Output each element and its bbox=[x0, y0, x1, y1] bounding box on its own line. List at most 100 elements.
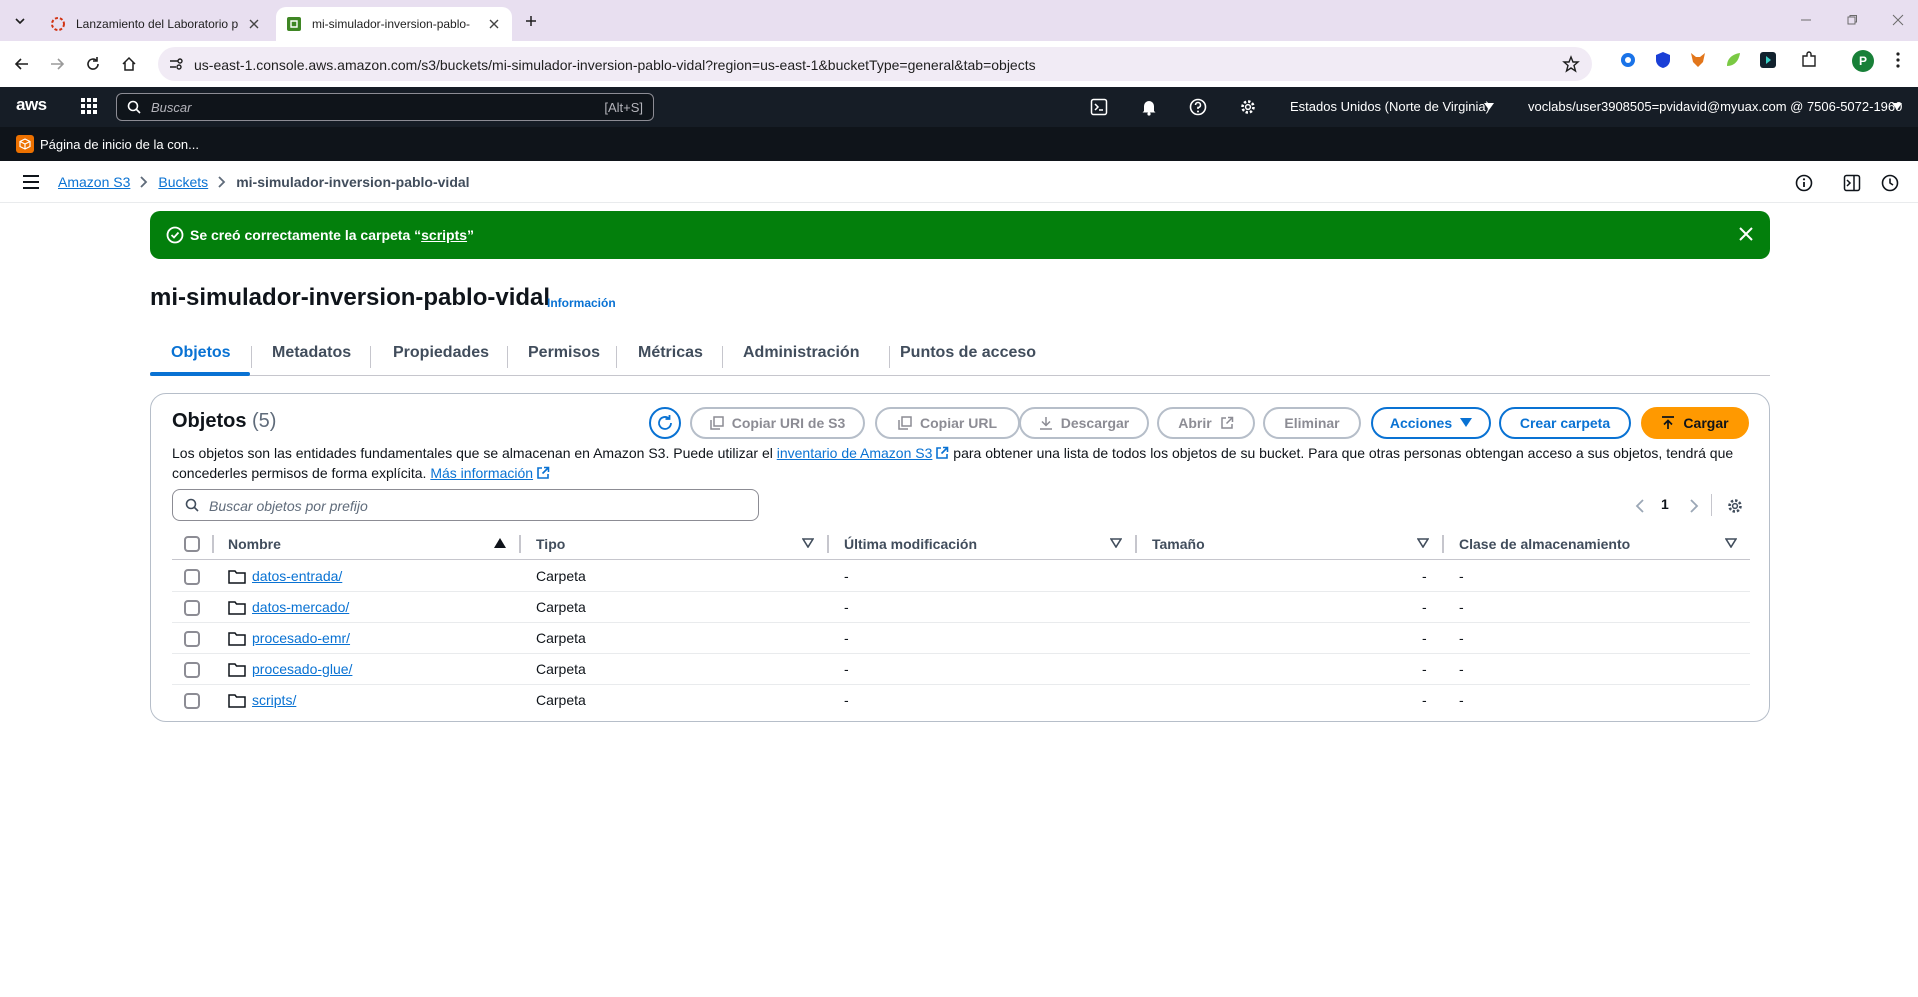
bell-icon[interactable] bbox=[1139, 97, 1159, 117]
browser-tab-lab[interactable]: Lanzamiento del Laboratorio p bbox=[40, 7, 272, 41]
table-row[interactable]: scripts/ Carpeta - - - bbox=[172, 685, 1750, 716]
address-url: us-east-1.console.aws.amazon.com/s3/buck… bbox=[194, 57, 1036, 73]
table-preferences-gear-icon[interactable] bbox=[1726, 497, 1744, 515]
new-tab-button[interactable] bbox=[520, 10, 542, 32]
browser-menu-icon[interactable] bbox=[1888, 50, 1908, 70]
previous-page-icon[interactable] bbox=[1635, 499, 1645, 513]
row-checkbox[interactable] bbox=[184, 662, 200, 678]
sort-ascending-icon[interactable] bbox=[494, 538, 506, 548]
table-row[interactable]: datos-entrada/ Carpeta - - - bbox=[172, 561, 1750, 592]
forward-button[interactable] bbox=[45, 52, 69, 76]
extensions-puzzle-icon[interactable] bbox=[1799, 50, 1819, 70]
column-header-name[interactable]: Nombre bbox=[228, 536, 281, 552]
folder-link[interactable]: scripts/ bbox=[252, 692, 296, 708]
tab-metadata[interactable]: Metadatos bbox=[272, 344, 351, 362]
create-folder-button[interactable]: Crear carpeta bbox=[1499, 407, 1631, 439]
home-button[interactable] bbox=[117, 52, 141, 76]
current-page-number[interactable]: 1 bbox=[1661, 496, 1669, 512]
aws-search-input[interactable]: Buscar [Alt+S] bbox=[116, 93, 654, 121]
upload-button[interactable]: Cargar bbox=[1641, 407, 1749, 439]
tab-access-points[interactable]: Puntos de acceso bbox=[900, 344, 1036, 362]
active-tab-indicator bbox=[150, 372, 250, 376]
sort-toggle-icon[interactable] bbox=[1725, 538, 1737, 548]
tab-permissions[interactable]: Permisos bbox=[528, 344, 600, 362]
tab-management[interactable]: Administración bbox=[743, 344, 859, 362]
site-settings-icon[interactable] bbox=[168, 56, 184, 72]
close-window-button[interactable] bbox=[1878, 8, 1918, 32]
sort-toggle-icon[interactable] bbox=[1110, 538, 1122, 548]
cell-storage-class: - bbox=[1459, 692, 1464, 708]
row-checkbox[interactable] bbox=[184, 693, 200, 709]
extension-fox-icon[interactable] bbox=[1688, 50, 1708, 70]
arrow-left-icon bbox=[14, 58, 28, 70]
help-icon[interactable] bbox=[1188, 97, 1208, 117]
tab-search-button[interactable] bbox=[8, 9, 32, 33]
favorite-console-home[interactable]: Página de inicio de la con... bbox=[16, 135, 199, 153]
column-header-storage-class[interactable]: Clase de almacenamiento bbox=[1459, 536, 1630, 552]
region-selector[interactable]: Estados Unidos (Norte de Virginia) bbox=[1290, 99, 1490, 114]
copy-s3-uri-button[interactable]: Copiar URI de S3 bbox=[690, 407, 865, 439]
next-page-icon[interactable] bbox=[1689, 499, 1699, 513]
table-row[interactable]: procesado-glue/ Carpeta - - - bbox=[172, 654, 1750, 685]
row-checkbox[interactable] bbox=[184, 631, 200, 647]
extension-leaf-icon[interactable] bbox=[1723, 50, 1743, 70]
services-grid-icon[interactable] bbox=[80, 97, 98, 115]
sort-toggle-icon[interactable] bbox=[1417, 538, 1429, 548]
address-bar[interactable]: us-east-1.console.aws.amazon.com/s3/buck… bbox=[158, 47, 1592, 81]
external-link-icon bbox=[537, 466, 550, 479]
sort-toggle-icon[interactable] bbox=[802, 538, 814, 548]
breadcrumb-buckets[interactable]: Buckets bbox=[158, 174, 208, 190]
inventory-link[interactable]: inventario de Amazon S3 bbox=[777, 445, 933, 461]
column-header-size[interactable]: Tamaño bbox=[1152, 536, 1205, 552]
cell-size: - bbox=[1422, 599, 1427, 615]
browser-tab-s3[interactable]: mi-simulador-inversion-pablo- bbox=[276, 7, 512, 41]
folder-link[interactable]: datos-mercado/ bbox=[252, 599, 349, 615]
close-tab-icon[interactable] bbox=[486, 16, 502, 32]
back-button[interactable] bbox=[10, 52, 34, 76]
column-header-last-modified[interactable]: Última modificación bbox=[844, 536, 977, 552]
tab-properties[interactable]: Propiedades bbox=[393, 344, 489, 362]
search-icon bbox=[185, 498, 199, 512]
info-link[interactable]: Información bbox=[547, 296, 616, 310]
settings-gear-icon[interactable] bbox=[1238, 97, 1258, 117]
extension-circle-icon[interactable] bbox=[1618, 50, 1638, 70]
row-checkbox[interactable] bbox=[184, 600, 200, 616]
breadcrumb-amazon-s3[interactable]: Amazon S3 bbox=[58, 174, 130, 190]
account-menu[interactable]: voclabs/user3908505=pvidavid@myuax.com @… bbox=[1528, 99, 1902, 114]
reload-button[interactable] bbox=[81, 52, 105, 76]
copy-url-button[interactable]: Copiar URL bbox=[875, 407, 1020, 439]
activity-clock-icon[interactable] bbox=[1880, 173, 1900, 193]
tab-objects[interactable]: Objetos bbox=[171, 344, 231, 362]
profile-avatar[interactable]: P bbox=[1852, 50, 1874, 72]
info-circle-icon[interactable] bbox=[1794, 173, 1814, 193]
learn-more-link[interactable]: Más información bbox=[430, 465, 533, 481]
column-header-type[interactable]: Tipo bbox=[536, 536, 565, 552]
folder-link[interactable]: datos-entrada/ bbox=[252, 568, 342, 584]
row-checkbox[interactable] bbox=[184, 569, 200, 585]
table-row[interactable]: procesado-emr/ Carpeta - - - bbox=[172, 623, 1750, 654]
refresh-button[interactable] bbox=[649, 407, 681, 439]
extension-shield-icon[interactable] bbox=[1653, 50, 1673, 70]
close-tab-icon[interactable] bbox=[246, 16, 262, 32]
extension-play-icon[interactable] bbox=[1758, 50, 1778, 70]
tab-metrics[interactable]: Métricas bbox=[638, 344, 703, 362]
open-button[interactable]: Abrir bbox=[1157, 407, 1255, 439]
minimize-window-button[interactable] bbox=[1786, 8, 1826, 32]
hamburger-menu-icon[interactable] bbox=[22, 174, 40, 190]
actions-dropdown[interactable]: Acciones bbox=[1371, 407, 1491, 439]
chevron-right-icon bbox=[140, 176, 148, 188]
dismiss-close-icon[interactable] bbox=[1738, 226, 1754, 242]
select-all-checkbox[interactable] bbox=[184, 536, 200, 552]
download-button[interactable]: Descargar bbox=[1019, 407, 1149, 439]
bookmark-star-icon[interactable] bbox=[1562, 55, 1580, 73]
prefix-search-input[interactable]: Buscar objetos por prefijo bbox=[172, 489, 759, 521]
restore-window-button[interactable] bbox=[1832, 8, 1872, 32]
folder-link[interactable]: procesado-emr/ bbox=[252, 630, 350, 646]
table-row[interactable]: datos-mercado/ Carpeta - - - bbox=[172, 592, 1750, 623]
folder-link[interactable]: procesado-glue/ bbox=[252, 661, 352, 677]
tab-divider bbox=[616, 346, 617, 368]
aws-logo[interactable]: aws bbox=[16, 95, 47, 115]
panel-toggle-icon[interactable] bbox=[1842, 173, 1862, 193]
cloudshell-icon[interactable] bbox=[1089, 97, 1109, 117]
delete-button[interactable]: Eliminar bbox=[1263, 407, 1361, 439]
